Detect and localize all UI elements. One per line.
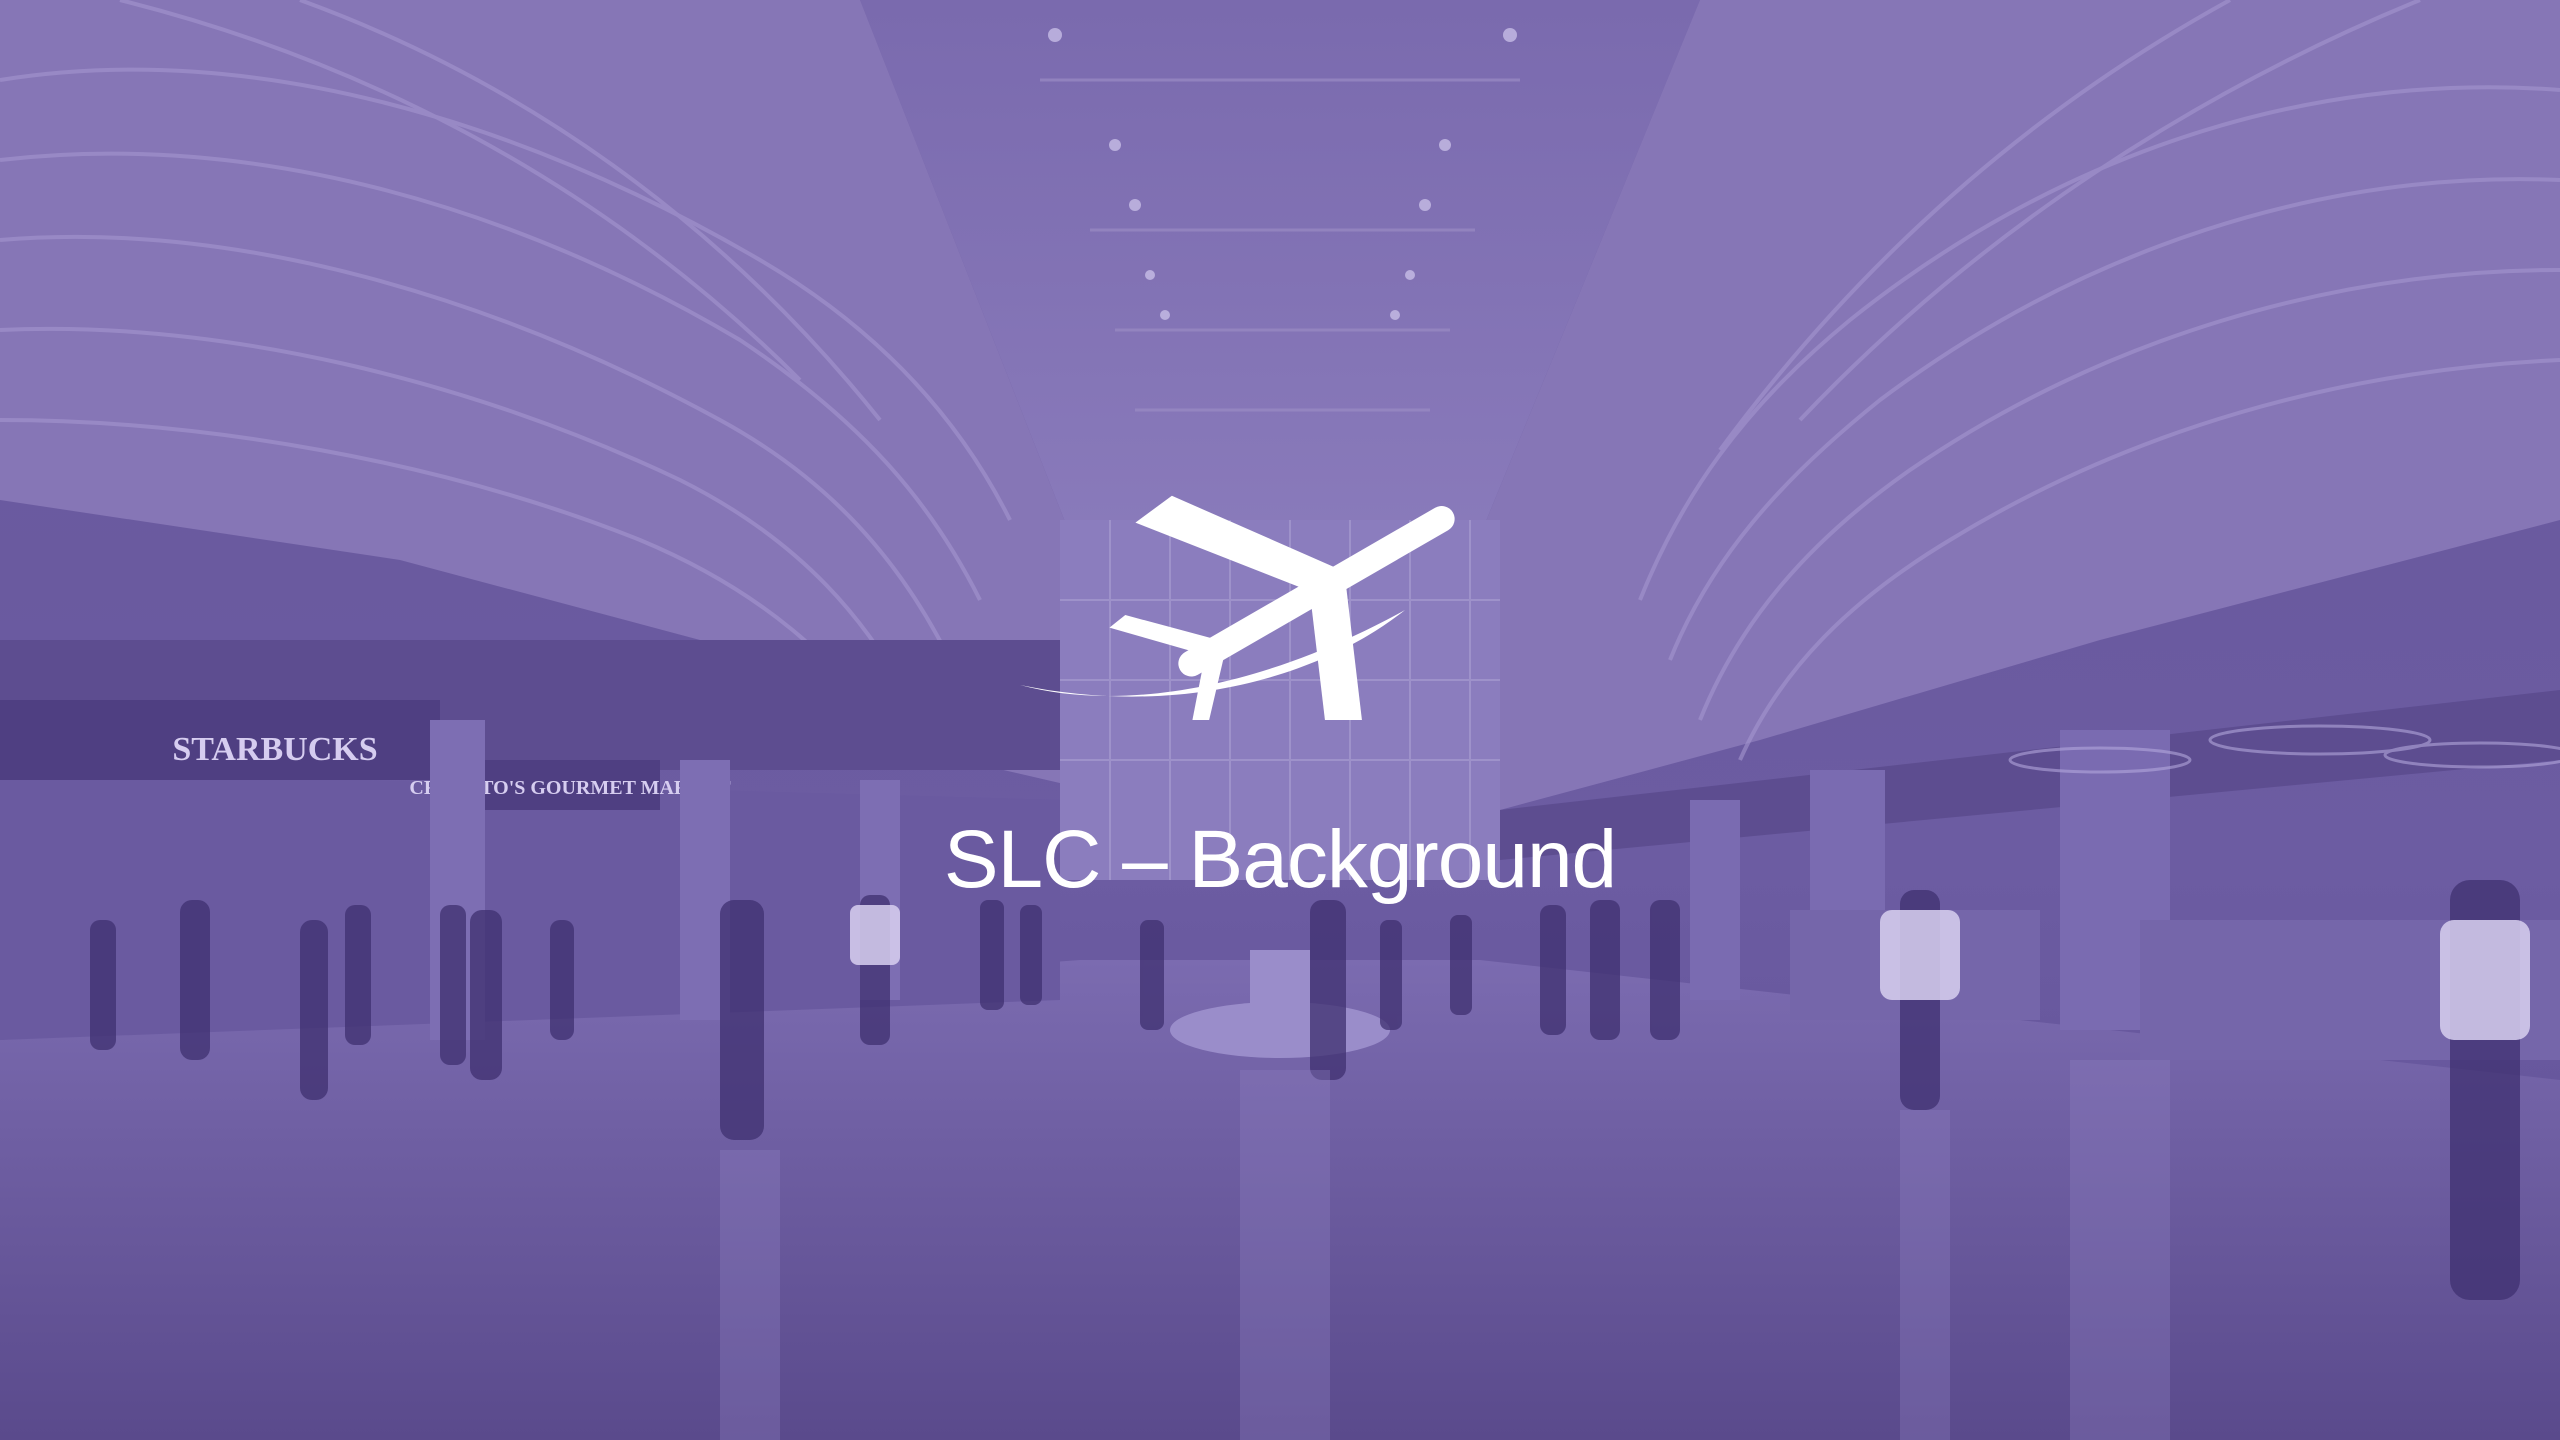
title-block: SLC – Background — [0, 470, 2560, 930]
airplane-swoosh-icon — [1020, 495, 1455, 720]
title-slide: STARBUCKS CRANATO'S GOURMET MARKET SLC –… — [0, 0, 2560, 1440]
slide-title: SLC – Background — [943, 814, 1617, 905]
